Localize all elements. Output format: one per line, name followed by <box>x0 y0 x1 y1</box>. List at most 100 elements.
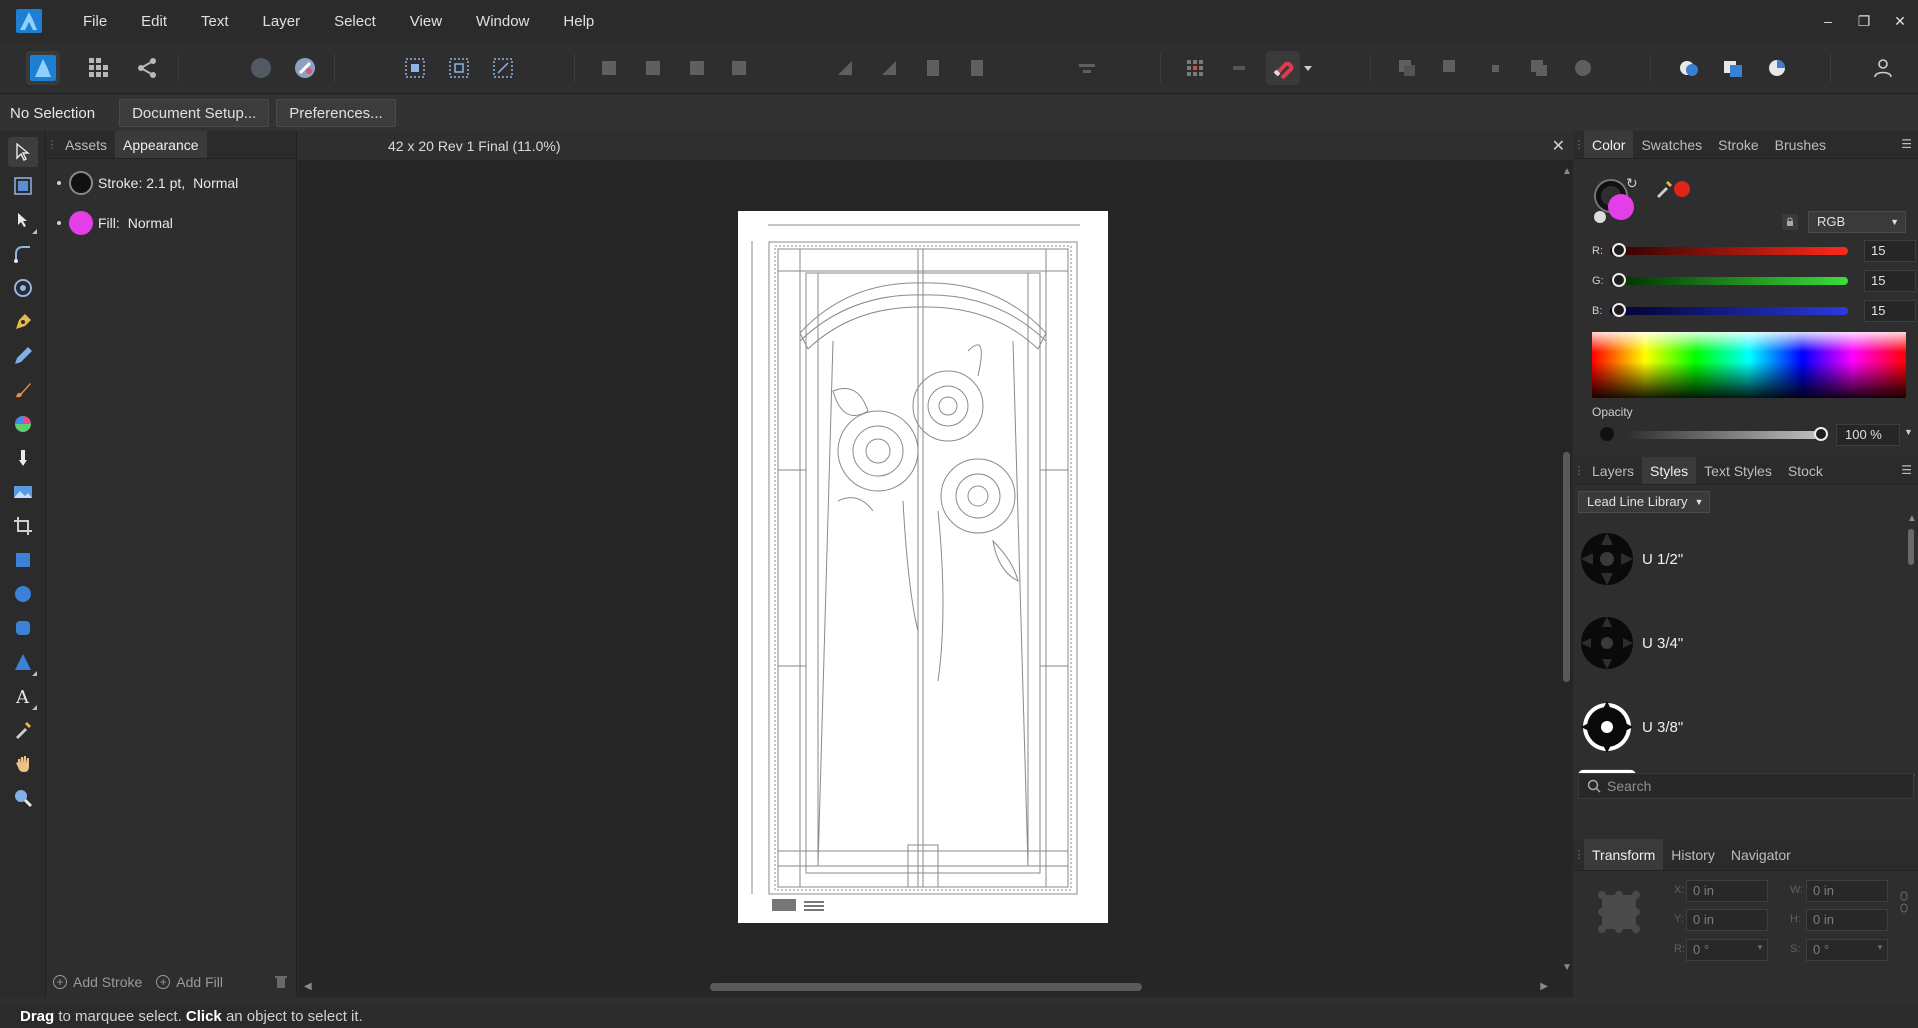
tab-styles[interactable]: Styles <box>1642 457 1697 484</box>
horizontal-scroll-thumb[interactable] <box>710 983 1142 991</box>
style-item[interactable]: U 3/8" <box>1574 685 1904 769</box>
fill-swatch[interactable] <box>69 211 93 235</box>
artistic-text-tool-icon[interactable]: A <box>8 681 38 711</box>
menu-file[interactable]: File <box>66 13 124 30</box>
link-icon[interactable] <box>1900 891 1908 916</box>
designer-persona-icon[interactable] <box>26 51 60 85</box>
blue-slider-knob[interactable] <box>1612 303 1626 317</box>
artboard-tool-icon[interactable] <box>8 171 38 201</box>
tab-history[interactable]: History <box>1663 839 1723 870</box>
preferences-icon[interactable] <box>288 51 322 85</box>
canvas[interactable] <box>298 162 1560 977</box>
move-back-icon[interactable] <box>592 51 626 85</box>
trash-icon[interactable] <box>275 975 287 989</box>
panel-grip-icon[interactable]: ⋮ <box>47 131 58 158</box>
add-fill-button[interactable]: + Add Fill <box>156 974 223 990</box>
chevron-down-icon[interactable]: ▼ <box>1876 943 1884 952</box>
eyedropper-icon[interactable] <box>1654 179 1674 202</box>
corner-tool-icon[interactable] <box>8 239 38 269</box>
anchor-point-selector[interactable] <box>1596 889 1642 935</box>
view-tool-icon[interactable] <box>8 749 38 779</box>
point-transform-tool-icon[interactable] <box>8 273 38 303</box>
menu-select[interactable]: Select <box>317 13 393 30</box>
add-stroke-button[interactable]: + Add Stroke <box>53 974 142 990</box>
insert-top-icon[interactable] <box>1760 51 1794 85</box>
menu-layer[interactable]: Layer <box>246 13 318 30</box>
red-slider[interactable] <box>1610 243 1848 257</box>
document-page[interactable] <box>738 211 1108 923</box>
green-slider-knob[interactable] <box>1612 273 1626 287</box>
align-icon[interactable] <box>1070 51 1104 85</box>
styles-scrollbar[interactable]: ▲ ▼ <box>1906 513 1917 783</box>
tab-assets[interactable]: Assets <box>57 131 115 158</box>
appearance-fill-row[interactable]: Fill: Normal <box>47 203 296 243</box>
node-tool-icon[interactable] <box>8 205 38 235</box>
menu-edit[interactable]: Edit <box>124 13 184 30</box>
account-icon[interactable] <box>1866 51 1900 85</box>
opacity-slider[interactable] <box>1626 427 1828 441</box>
document-setup-button[interactable]: Document Setup... <box>119 99 270 127</box>
fill-color-well[interactable] <box>1608 194 1634 220</box>
tab-text-styles[interactable]: Text Styles <box>1696 457 1780 484</box>
scroll-left-icon[interactable]: ◀ <box>304 981 312 992</box>
scroll-up-icon[interactable]: ▲ <box>1562 166 1572 177</box>
green-slider[interactable] <box>1610 273 1848 287</box>
tab-stock[interactable]: Stock <box>1780 457 1831 484</box>
style-item[interactable]: U 3/4" <box>1574 601 1904 685</box>
tab-stroke[interactable]: Stroke <box>1710 131 1766 158</box>
h-field[interactable]: 0 in <box>1806 909 1888 931</box>
styles-search-input[interactable]: Search <box>1578 773 1914 799</box>
styles-scroll-thumb[interactable] <box>1908 529 1914 565</box>
transparency-tool-icon[interactable] <box>8 443 38 473</box>
stroke-swatch[interactable] <box>69 171 93 195</box>
move-to-front-icon[interactable] <box>680 51 714 85</box>
insert-behind-icon[interactable] <box>1716 51 1750 85</box>
snapping-magnet-icon[interactable] <box>1266 51 1300 85</box>
style-library-select[interactable]: Lead Line Library ▼ <box>1578 491 1711 513</box>
boolean-xor-icon[interactable] <box>1522 51 1556 85</box>
pixel-persona-icon[interactable] <box>82 51 116 85</box>
minimize-icon[interactable]: – <box>1810 13 1846 29</box>
tab-appearance[interactable]: Appearance <box>115 131 207 158</box>
scroll-right-icon[interactable]: ▶ <box>1540 981 1548 992</box>
triangle-tool-icon[interactable] <box>8 647 38 677</box>
vector-brush-tool-icon[interactable] <box>8 375 38 405</box>
tab-brushes[interactable]: Brushes <box>1767 131 1834 158</box>
menu-help[interactable]: Help <box>546 13 611 30</box>
scroll-up-icon[interactable]: ▲ <box>1907 513 1917 524</box>
flip-horizontal-icon[interactable] <box>828 51 862 85</box>
boolean-add-icon[interactable] <box>1390 51 1424 85</box>
scroll-down-icon[interactable]: ▼ <box>1562 962 1572 973</box>
red-slider-knob[interactable] <box>1612 243 1626 257</box>
invert-selection-icon[interactable] <box>486 51 520 85</box>
lock-icon[interactable] <box>1782 214 1798 230</box>
document-tab[interactable]: 42 x 20 Rev 1 Final (11.0%) ✕ <box>298 131 1573 161</box>
panel-grip-icon[interactable]: ⋮ <box>1574 839 1585 870</box>
menu-window[interactable]: Window <box>459 13 546 30</box>
snapping-dropdown-icon[interactable] <box>1300 51 1316 85</box>
close-icon[interactable]: ✕ <box>1882 13 1918 30</box>
w-field[interactable]: 0 in <box>1806 880 1888 902</box>
force-pixel-alignment-icon[interactable] <box>1222 51 1256 85</box>
move-forward-icon[interactable] <box>636 51 670 85</box>
panel-menu-icon[interactable]: ☰ <box>1901 137 1912 151</box>
no-color-icon[interactable] <box>1594 211 1606 223</box>
vertical-scrollbar[interactable]: ▲ ▼ <box>1560 162 1573 977</box>
tab-transform[interactable]: Transform <box>1584 839 1664 870</box>
flip-vertical-icon[interactable] <box>872 51 906 85</box>
opacity-value-field[interactable]: 100 % <box>1836 424 1900 446</box>
panel-menu-icon[interactable]: ☰ <box>1901 463 1912 477</box>
opacity-slider-knob[interactable] <box>1814 427 1828 441</box>
rounded-rectangle-tool-icon[interactable] <box>8 613 38 643</box>
boolean-subtract-icon[interactable] <box>1434 51 1468 85</box>
preferences-button[interactable]: Preferences... <box>276 99 396 127</box>
close-document-icon[interactable]: ✕ <box>1552 136 1565 156</box>
restore-icon[interactable]: ❐ <box>1846 13 1882 30</box>
boolean-intersect-icon[interactable] <box>1478 51 1512 85</box>
tab-color[interactable]: Color <box>1584 131 1634 158</box>
style-item[interactable]: U 1/2" <box>1574 517 1904 601</box>
swap-colors-icon[interactable]: ↻ <box>1626 175 1638 192</box>
x-field[interactable]: 0 in <box>1686 880 1768 902</box>
chevron-down-icon[interactable]: ▼ <box>1756 943 1764 952</box>
horizontal-scrollbar[interactable]: ◀ ▶ <box>298 977 1560 997</box>
